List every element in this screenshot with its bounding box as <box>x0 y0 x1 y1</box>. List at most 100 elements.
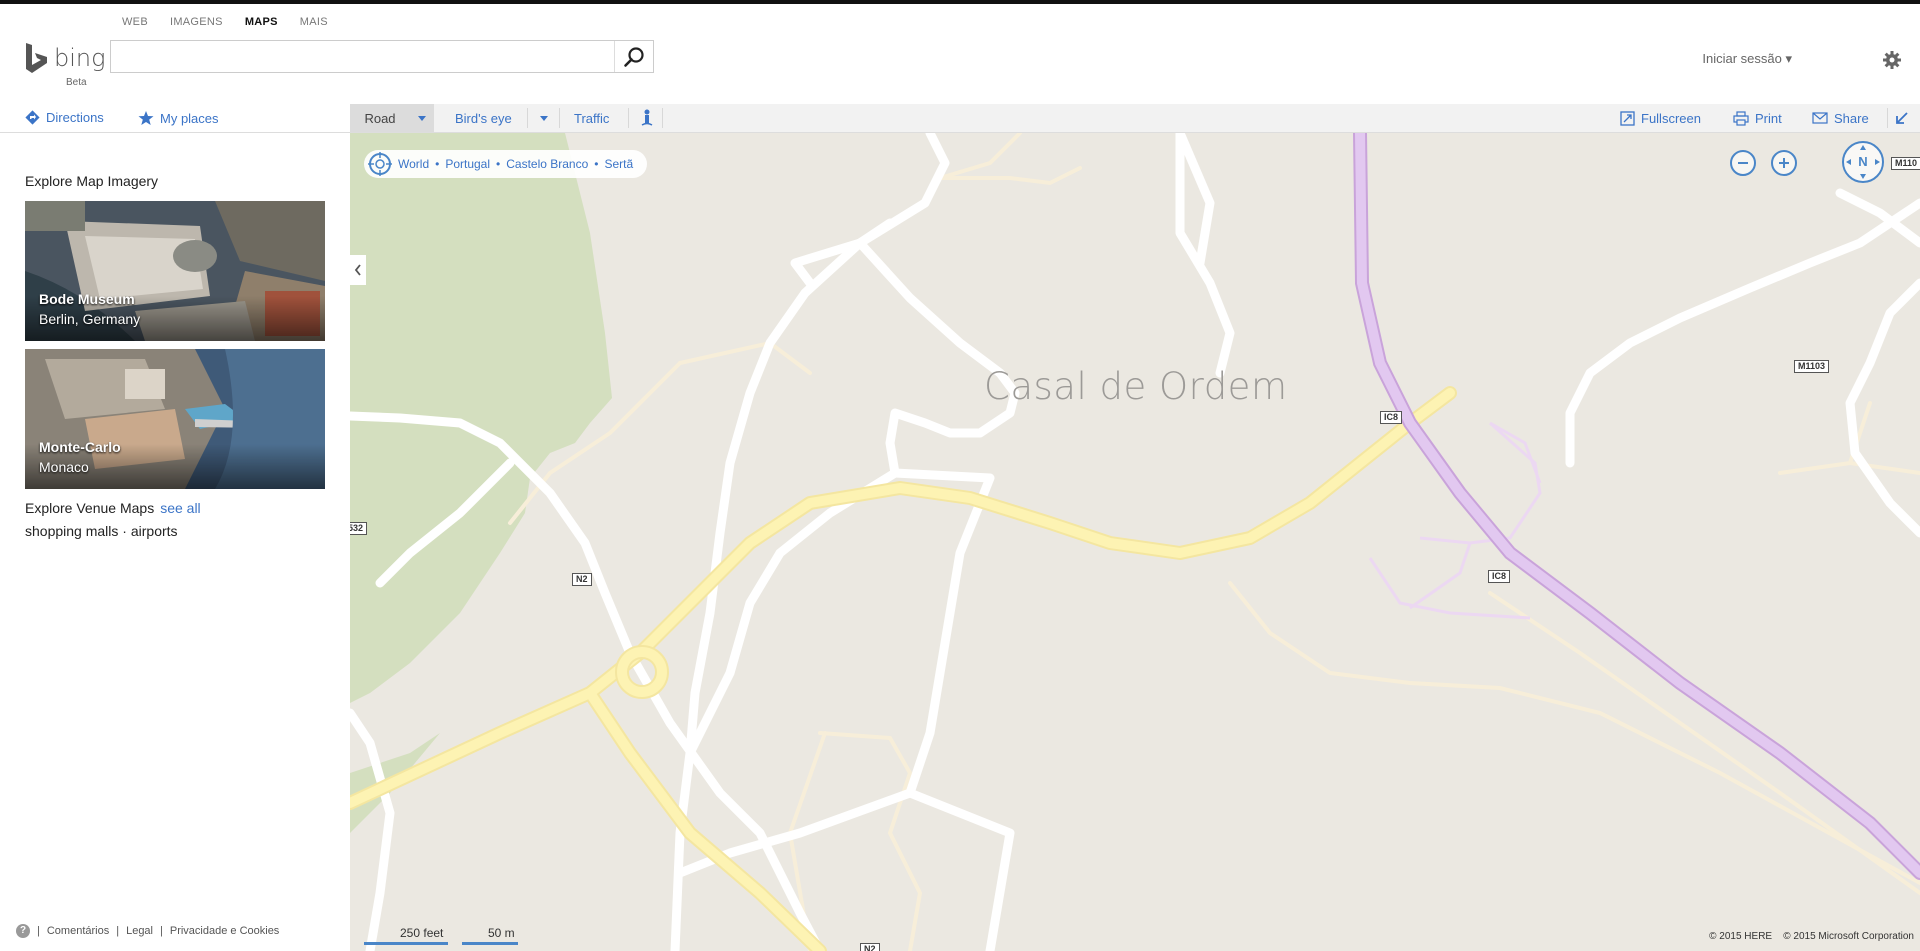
toolbar-divider <box>527 108 528 128</box>
compass-button[interactable]: N <box>1842 141 1884 183</box>
fullscreen-button[interactable]: Fullscreen <box>1620 104 1701 132</box>
road-shield-m110: M110 <box>1891 157 1920 170</box>
copyright: © 2015 HERE © 2015 Microsoft Corporation <box>1709 931 1914 942</box>
search-button[interactable] <box>614 41 653 72</box>
toolbar-divider <box>1887 108 1888 128</box>
shopping-malls-link[interactable]: shopping malls <box>25 523 118 539</box>
share-label: Share <box>1834 110 1869 126</box>
airports-link[interactable]: airports <box>131 523 178 539</box>
road-shield-n2: N2 <box>572 573 592 586</box>
imagery-card-monte-carlo[interactable]: Monte-Carlo Monaco <box>25 349 325 489</box>
signin-link[interactable]: Iniciar sessão ▾ <box>1702 51 1792 67</box>
explore-venue: Explore Venue Maps see all <box>25 500 201 516</box>
legal-link[interactable]: Legal <box>126 925 153 937</box>
road-view-button[interactable]: Road <box>350 104 410 132</box>
print-button[interactable]: Print <box>1733 104 1782 132</box>
road-shield-ic8: IC8 <box>1380 411 1403 424</box>
left-toolbar: Directions My places <box>0 104 350 133</box>
help-icon[interactable]: ? <box>16 924 30 938</box>
fullscreen-icon <box>1620 110 1635 126</box>
pegman-icon <box>641 109 653 126</box>
my-places-button[interactable]: My places <box>138 110 219 126</box>
minus-icon <box>1738 162 1748 164</box>
beta-label: Beta <box>66 77 87 88</box>
directions-label: Directions <box>46 110 104 125</box>
road-shield-n2: N2 <box>860 943 880 951</box>
map-canvas[interactable]: N2 N2 IC8 IC8 M1103 M110 532 Casal de Or… <box>350 133 1920 951</box>
chevron-left-icon <box>354 264 361 276</box>
venue-separator: · <box>122 523 127 539</box>
traffic-button[interactable]: Traffic <box>574 104 609 132</box>
feedback-link[interactable]: Comentários <box>47 925 109 937</box>
search-box <box>110 40 654 73</box>
copyright-microsoft: © 2015 Microsoft Corporation <box>1783 931 1914 942</box>
place-label: Casal de Ordem <box>984 365 1288 408</box>
map-roads <box>350 133 1920 951</box>
toolbar-divider <box>559 108 560 128</box>
imagery-card-bode-museum[interactable]: Bode Museum Berlin, Germany <box>25 201 325 341</box>
chevron-down-icon <box>418 115 426 121</box>
card-subtitle: Monaco <box>39 459 89 475</box>
copyright-here: © 2015 HERE <box>1709 931 1773 942</box>
map-toolbar: Road Bird's eye Traffic Fullscreen Print <box>350 104 1920 133</box>
birds-eye-button[interactable]: Bird's eye <box>455 104 512 132</box>
toolbar-divider <box>662 108 663 128</box>
breadcrumb-world[interactable]: World <box>398 157 429 171</box>
scope-more[interactable]: MAIS <box>300 16 328 28</box>
explore-imagery-heading: Explore Map Imagery <box>25 173 159 189</box>
footer-separator: | <box>37 925 40 937</box>
see-all-link[interactable]: see all <box>160 500 200 516</box>
my-places-label: My places <box>160 110 219 126</box>
card-title: Monte-Carlo <box>39 439 121 455</box>
scale-meters-label: 50 m <box>488 926 515 940</box>
breadcrumb-separator: • <box>496 157 501 171</box>
explore-venue-heading: Explore Venue Maps <box>25 500 155 516</box>
left-panel: Explore Map Imagery Bode Museum Berlin, … <box>0 133 350 951</box>
location-breadcrumb: World • Portugal • Castelo Branco • Sert… <box>364 150 648 178</box>
print-label: Print <box>1755 110 1782 126</box>
locate-me-icon[interactable] <box>368 152 392 176</box>
scope-web[interactable]: WEB <box>122 16 148 28</box>
scope-maps[interactable]: MAPS <box>245 16 278 28</box>
birds-eye-dropdown-button[interactable] <box>532 104 556 132</box>
directions-button[interactable]: Directions <box>25 110 104 125</box>
fullscreen-label: Fullscreen <box>1641 110 1701 126</box>
scale-feet-label: 250 feet <box>400 926 444 940</box>
breadcrumb-separator: • <box>435 157 440 171</box>
arrow-diagonal-icon <box>1896 111 1908 124</box>
breadcrumb-castelo-branco[interactable]: Castelo Branco <box>506 157 588 171</box>
footer-separator: | <box>116 925 120 937</box>
bing-logo-text: bing <box>54 44 106 72</box>
search-icon <box>624 46 644 67</box>
collapse-panel-button[interactable] <box>350 255 366 285</box>
road-shield-ic8: IC8 <box>1488 570 1511 583</box>
breadcrumb-separator: • <box>594 157 599 171</box>
road-shield-m1103: M1103 <box>1794 360 1830 373</box>
print-icon <box>1733 110 1749 126</box>
top-bar <box>0 0 1920 4</box>
breadcrumb-serta[interactable]: Sertã <box>604 157 633 171</box>
scale-meters-bar <box>462 942 518 945</box>
star-icon <box>138 111 154 125</box>
card-subtitle: Berlin, Germany <box>39 311 141 327</box>
zoom-in-button[interactable] <box>1771 150 1797 176</box>
scope-nav: WEB IMAGENS MAPS MAIS <box>122 16 328 28</box>
plus-icon <box>1779 158 1789 168</box>
compass-north-label: N <box>1858 154 1868 169</box>
breadcrumb-portugal[interactable]: Portugal <box>445 157 490 171</box>
zoom-out-button[interactable] <box>1730 150 1756 176</box>
road-shield-532: 532 <box>350 522 368 535</box>
road-dropdown-button[interactable] <box>410 104 434 132</box>
share-button[interactable]: Share <box>1812 104 1869 132</box>
scope-images[interactable]: IMAGENS <box>170 16 223 28</box>
directions-icon <box>25 110 40 125</box>
search-input[interactable] <box>115 44 609 71</box>
bing-logo[interactable]: bing Beta <box>24 42 106 92</box>
card-title: Bode Museum <box>39 291 135 307</box>
privacy-link[interactable]: Privacidade e Cookies <box>170 925 279 937</box>
gear-icon[interactable] <box>1882 50 1902 70</box>
scale-feet-bar <box>364 942 448 945</box>
collapse-toolbar-button[interactable] <box>1894 104 1909 132</box>
venue-links: shopping malls · airports <box>25 523 178 539</box>
streetside-button[interactable] <box>636 104 658 132</box>
